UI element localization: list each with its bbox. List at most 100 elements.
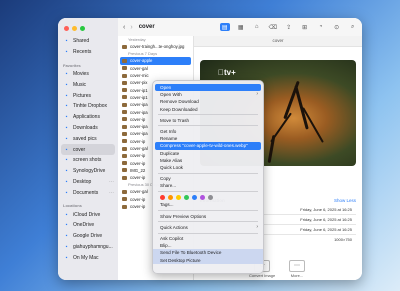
tag-color-dot[interactable] <box>160 194 165 200</box>
tag-color-dot[interactable] <box>192 194 197 200</box>
zoom-button[interactable] <box>80 26 85 31</box>
image-thumbnail <box>122 102 127 107</box>
tag-icon[interactable]: ◔ <box>316 23 326 31</box>
forward-icon[interactable]: › <box>130 24 132 31</box>
menu-item-set-desktop-picture[interactable]: Set Desktop Picture <box>153 256 263 264</box>
gallery-icon[interactable]: ▦ <box>236 23 246 31</box>
sidebar-item-label: Pictures <box>73 92 92 99</box>
sidebar-item-screen-shots[interactable]: ▪ screen shots <box>58 155 118 166</box>
minimize-button[interactable] <box>72 26 77 31</box>
menu-item-remove-download[interactable]: Remove Download <box>153 98 263 105</box>
list-item[interactable]: cover-gal <box>118 65 193 72</box>
file-name: cover-ipa <box>130 109 148 115</box>
menu-item-tags[interactable]: Tags... <box>153 201 263 208</box>
sidebar-item-onedrive[interactable]: ▪ OneDrive <box>58 220 118 231</box>
menu-item-keep-downloaded[interactable]: Keep Downloaded <box>153 106 263 113</box>
view-mode-icon[interactable]: ▤ <box>219 23 230 31</box>
sync-status-icon: ⋯ <box>109 178 114 185</box>
menu-item-compress-cover-apple-tv-wild-o[interactable]: Compress "cover-apple-tv-wild-ones.webp" <box>155 142 261 150</box>
sidebar-item-label: screen shots <box>73 157 102 164</box>
sidebar-item-label: Applications <box>73 114 100 121</box>
sidebar-item-pictures[interactable]: ▪ Pictures <box>58 90 118 101</box>
quick-action-more[interactable]: ⋯ More... <box>289 260 305 278</box>
group-header: Previous 7 Days <box>128 51 158 57</box>
menu-item-rename[interactable]: Rename <box>153 135 263 142</box>
drive-icon: ▪ <box>65 233 68 240</box>
image-thumbnail <box>122 168 127 173</box>
sidebar-item-documents[interactable]: ▪ Documents ⋯ <box>58 187 118 198</box>
menu-item-label: Duplicate <box>160 150 180 156</box>
image-thumbnail <box>122 66 127 71</box>
image-thumbnail <box>122 95 127 100</box>
menu-item-ask-copilot[interactable]: Ask Copilot <box>153 235 263 242</box>
sidebar-item-on-my-mac[interactable]: ▪ On My Mac <box>58 252 118 263</box>
menu-item-blip[interactable]: Blip... <box>153 242 263 249</box>
list-item[interactable]: cover-mic <box>118 72 193 79</box>
show-less-link[interactable]: Show Less <box>334 198 356 204</box>
menu-item-open-with[interactable]: Open With › <box>153 91 263 98</box>
menu-item-copy[interactable]: Copy <box>153 175 263 182</box>
sidebar-item-shared[interactable]: ▪ Shared <box>58 36 118 47</box>
download-icon: ▪ <box>65 124 68 131</box>
sidebar-item-cover[interactable]: ▪ cover <box>61 144 115 155</box>
tag-color-dot[interactable] <box>208 194 213 200</box>
menu-item-get-info[interactable]: Get Info <box>153 128 263 135</box>
file-name: cover-ipa <box>130 102 148 108</box>
action-icon[interactable]: ⊙ <box>332 23 342 31</box>
sidebar-item-applications[interactable]: ▪ Applications <box>58 112 118 123</box>
menu-item-label: Send File To Bluetooth Device <box>160 250 222 256</box>
image-thumbnail <box>122 161 127 166</box>
sidebar-item-label: Desktop <box>73 178 92 185</box>
file-name: cover-apple <box>130 58 153 64</box>
sidebar-item-giahuyphamngu-[interactable]: ▪ giahuyphamngu... <box>58 242 118 253</box>
dropbox-icon: ▪ <box>65 103 68 110</box>
menu-item-label: Open With <box>160 92 182 98</box>
share-icon[interactable]: ⇪ <box>284 23 294 31</box>
menu-item-quick-actions[interactable]: Quick Actions › <box>153 224 263 231</box>
sidebar-item-tinhte-dropbox[interactable]: ▪ Tinhte Dropbox <box>58 101 118 112</box>
menu-item-share[interactable]: Share... <box>153 182 263 189</box>
menu-item-show-preview-options[interactable]: Show Preview Options <box>153 213 263 220</box>
image-thumbnail <box>122 139 127 144</box>
menu-item-send-file-to-bluetooth-device[interactable]: Send File To Bluetooth Device <box>153 249 263 257</box>
menu-item-label: Open <box>160 85 172 90</box>
menu-item-make-alias[interactable]: Make Alias <box>153 157 263 164</box>
menu-separator <box>158 221 258 223</box>
clock-icon: ▪ <box>65 49 68 56</box>
file-name: cover-pix <box>130 80 148 86</box>
sidebar-item-desktop[interactable]: ▪ Desktop ⋯ <box>58 177 118 188</box>
close-button[interactable] <box>64 26 69 31</box>
back-icon[interactable]: ‹ <box>123 24 125 31</box>
tag-color-dot[interactable] <box>200 194 205 200</box>
list-item[interactable]: cover-traingh...te-onghoy.jpg <box>118 43 193 50</box>
trash-icon[interactable]: ⌫ <box>268 23 278 31</box>
sidebar-item-saved-pics[interactable]: ▪ saved pics <box>58 133 118 144</box>
image-thumbnail <box>122 58 127 63</box>
folder-icon: ▪ <box>65 135 68 142</box>
menu-item-open[interactable]: Open <box>155 84 261 92</box>
sidebar-item-synologydrive[interactable]: ▪ SynologyDrive <box>58 166 118 177</box>
sidebar-item-downloads[interactable]: ▪ Downloads <box>58 123 118 134</box>
sidebar-item-label: On My Mac <box>73 254 99 261</box>
chevron-right-icon: › <box>256 91 258 98</box>
tag-color-dot[interactable] <box>168 194 173 200</box>
document-icon: ▪ <box>65 189 68 196</box>
sidebar-item-icloud-drive[interactable]: ▪ iCloud Drive <box>58 209 118 220</box>
tag-color-dot[interactable] <box>184 194 189 200</box>
new-folder-icon[interactable]: ⌂ <box>252 23 262 31</box>
group-icon[interactable]: ⊞ <box>300 23 310 31</box>
menu-item-move-to-trash[interactable]: Move to Trash <box>153 117 263 124</box>
menu-item-quick-look[interactable]: Quick Look <box>153 164 263 171</box>
sidebar-item-google-drive[interactable]: ▪ Google Drive <box>58 231 118 242</box>
sidebar-item-recents[interactable]: ▪ Recents <box>58 47 118 58</box>
menu-item-duplicate[interactable]: Duplicate <box>153 150 263 157</box>
tag-color-dot[interactable] <box>176 194 181 200</box>
list-item[interactable]: cover-apple <box>120 57 191 65</box>
sidebar-item-music[interactable]: ▪ Music <box>58 79 118 90</box>
context-menu: Open Open With › Remove Download Keep Downlo… <box>152 80 264 274</box>
sidebar-item-movies[interactable]: ▪ Movies <box>58 69 118 80</box>
sidebar-item-label: Tinhte Dropbox <box>73 103 107 110</box>
menu-item-label: Set Desktop Picture <box>160 257 201 263</box>
search-icon[interactable]: ⌕ <box>348 23 358 31</box>
sidebar-item-label: Downloads <box>73 124 98 131</box>
